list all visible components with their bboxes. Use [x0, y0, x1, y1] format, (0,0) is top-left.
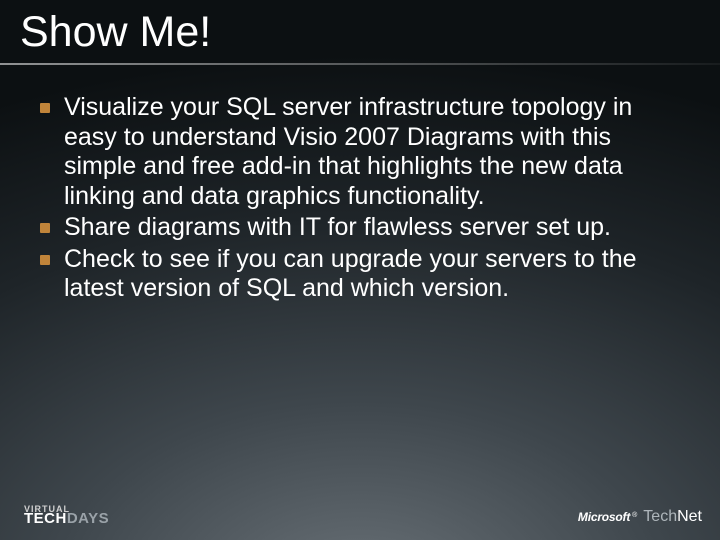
technet-text: TechNet — [643, 508, 702, 526]
microsoft-logo: Microsoft ® — [578, 510, 637, 524]
microsoft-technet-logo: Microsoft ® TechNet — [578, 508, 702, 526]
logo-word-days: DAYS — [67, 510, 109, 527]
registered-icon: ® — [632, 512, 637, 519]
logo-word-tech: TECH — [24, 510, 67, 527]
technet-word-tech: Tech — [643, 508, 677, 525]
slide-footer: VIRTUAL TECHDAYS Microsoft ® TechNet — [24, 506, 702, 526]
virtual-techdays-logo: VIRTUAL TECHDAYS — [24, 506, 109, 526]
slide: Show Me! Visualize your SQL server infra… — [0, 0, 720, 540]
list-item: Visualize your SQL server infrastructure… — [40, 93, 680, 211]
slide-content: Visualize your SQL server infrastructure… — [0, 65, 720, 304]
technet-word-net: Net — [677, 508, 702, 525]
bullet-list: Visualize your SQL server infrastructure… — [40, 93, 680, 304]
microsoft-text: Microsoft — [578, 510, 630, 524]
slide-title: Show Me! — [0, 0, 720, 57]
list-item: Check to see if you can upgrade your ser… — [40, 245, 680, 304]
list-item: Share diagrams with IT for flawless serv… — [40, 213, 680, 243]
logo-line2: TECHDAYS — [24, 513, 109, 526]
